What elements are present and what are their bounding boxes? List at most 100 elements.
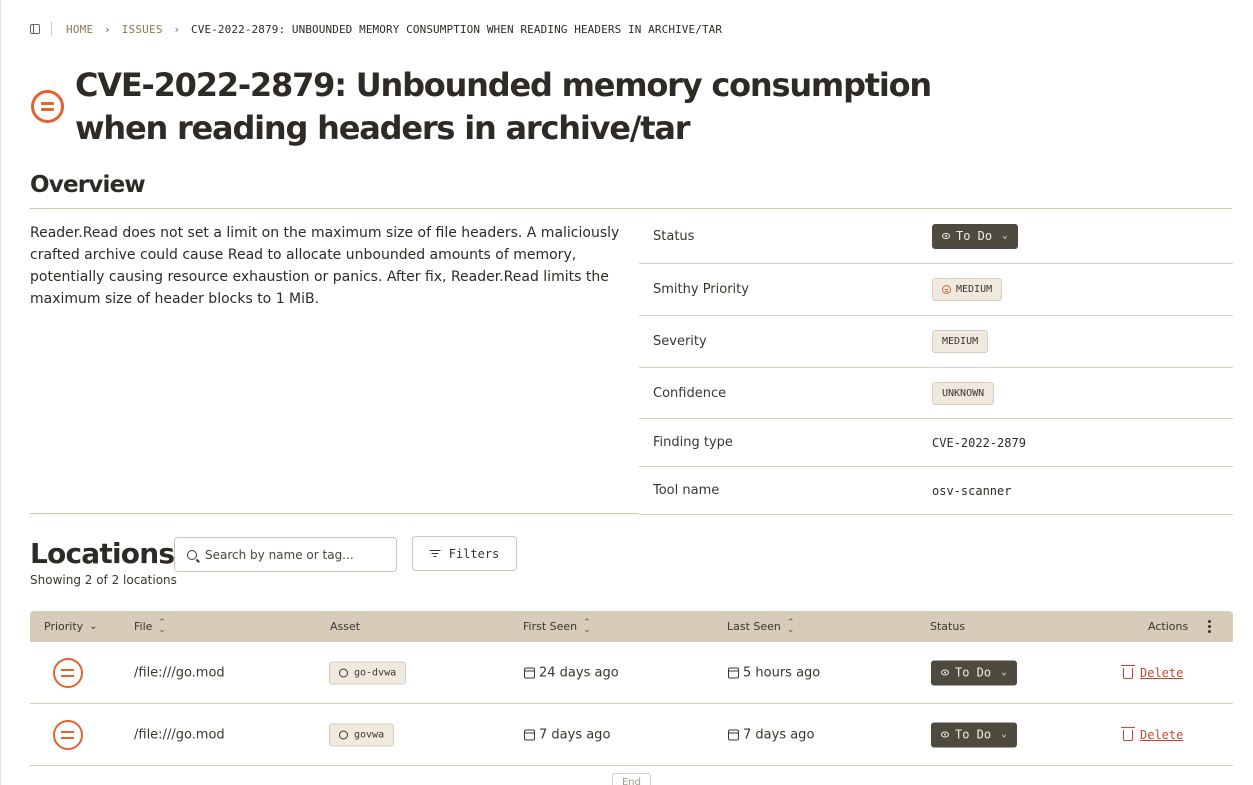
column-label: File <box>134 620 153 633</box>
detail-row-severity: Severity MEDIUM <box>639 316 1233 368</box>
detail-label: Finding type <box>653 435 733 450</box>
column-label: Priority <box>44 620 84 633</box>
page-title: CVE-2022-2879: Unbounded memory consumpt… <box>75 66 932 147</box>
status-value: To Do <box>955 727 992 742</box>
column-label: First Seen <box>523 620 578 633</box>
asset-name: govwa <box>354 729 385 740</box>
confidence-badge: UNKNOWN <box>932 381 995 405</box>
breadcrumb-divider <box>51 22 52 36</box>
github-icon <box>339 730 348 739</box>
detail-row-finding-type: Finding type CVE-2022-2879 <box>639 419 1233 467</box>
detail-row-smithy-priority: Smithy Priority MEDIUM <box>639 264 1233 316</box>
priority-medium-icon <box>53 719 83 750</box>
last-seen-text: 7 days ago <box>743 727 815 742</box>
column-last-seen[interactable]: Last Seen ⌃ ⌄ <box>727 617 795 635</box>
column-status: Status <box>930 620 965 633</box>
sidebar-toggle-icon[interactable] <box>30 24 40 34</box>
filters-label: Filters <box>448 546 500 561</box>
filters-button[interactable]: Filters <box>412 536 517 571</box>
detail-label: Status <box>653 228 695 244</box>
detail-label: Confidence <box>653 385 727 401</box>
table-header: Priority ⌄ File ⌃ ⌄ Asset First Seen ⌃ ⌄ L… <box>30 611 1233 642</box>
filter-icon <box>429 549 441 558</box>
detail-row-confidence: Confidence UNKNOWN <box>639 368 1233 419</box>
column-label: Last Seen <box>727 620 781 633</box>
detail-row-status: Status To Do ⌄ <box>639 209 1233 264</box>
chevron-right-icon: › <box>105 22 110 36</box>
sort-icon: ⌃ ⌄ <box>786 617 795 635</box>
detail-label: Smithy Priority <box>653 282 749 297</box>
first-seen: 7 days ago <box>524 727 610 742</box>
column-file[interactable]: File ⌃ ⌄ <box>134 617 166 635</box>
column-asset: Asset <box>330 620 360 633</box>
calendar-icon <box>728 729 739 740</box>
chevron-down-icon: ⌄ <box>1001 667 1007 678</box>
tool-name-value: osv-scanner <box>932 483 1012 498</box>
asset-tag[interactable]: go-dvwa <box>329 661 407 684</box>
delete-button[interactable]: Delete <box>1121 727 1184 742</box>
chevron-down-icon: ⌄ <box>1002 231 1008 241</box>
breadcrumb-current: CVE-2022-2879: UNBOUNDED MEMORY CONSUMPT… <box>191 22 723 36</box>
last-seen: 5 hours ago <box>728 665 820 680</box>
last-seen: 7 days ago <box>728 727 814 742</box>
priority-badge: MEDIUM <box>932 278 1003 301</box>
delete-label: Delete <box>1140 665 1184 680</box>
asset-tag[interactable]: govwa <box>329 723 395 746</box>
severity-badge: MEDIUM <box>932 330 989 353</box>
calendar-icon <box>728 667 739 678</box>
file-path: /file:///go.mod <box>134 727 225 742</box>
chevron-down-icon: ⌄ <box>1001 729 1007 740</box>
eye-icon <box>942 233 950 239</box>
breadcrumb-issues[interactable]: ISSUES <box>122 23 163 36</box>
overview-heading: Overview <box>30 172 146 198</box>
chevron-right-icon: › <box>174 22 180 36</box>
file-path: /file:///go.mod <box>134 665 225 680</box>
issue-description: Reader.Read does not set a limit on the … <box>30 225 620 307</box>
chevron-down-icon: ⌄ <box>89 621 98 632</box>
more-vertical-icon <box>1208 620 1211 633</box>
sort-icon: ⌃ ⌄ <box>583 617 591 635</box>
calendar-icon <box>524 729 535 740</box>
details-panel: Status To Do ⌄ Smithy Priority MEDIUM Se… <box>639 209 1233 515</box>
eye-icon <box>941 731 949 738</box>
finding-type-value: CVE-2022-2879 <box>932 435 1026 450</box>
breadcrumb: HOME › ISSUES › CVE-2022-2879: UNBOUNDED… <box>30 20 722 38</box>
priority-medium-icon <box>31 90 64 123</box>
breadcrumb-home[interactable]: HOME <box>66 23 93 36</box>
first-seen-text: 24 days ago <box>539 665 619 680</box>
detail-row-tool-name: Tool name osv-scanner <box>639 467 1233 515</box>
column-label: Status <box>930 620 966 633</box>
asset-name: go-dvwa <box>354 667 397 678</box>
trash-icon <box>1121 665 1135 679</box>
search-icon <box>187 549 197 560</box>
status-dropdown[interactable]: To Do ⌄ <box>932 223 1018 249</box>
divider <box>30 513 639 514</box>
priority-value: MEDIUM <box>956 284 993 295</box>
column-priority[interactable]: Priority ⌄ <box>44 620 98 633</box>
first-seen-text: 7 days ago <box>539 727 611 742</box>
column-label: Asset <box>330 620 361 633</box>
search-input[interactable] <box>205 547 385 562</box>
priority-medium-icon <box>942 285 951 294</box>
locations-heading: Locations <box>30 537 175 570</box>
priority-medium-icon <box>53 657 83 688</box>
end-of-list-marker: End <box>612 773 651 785</box>
eye-icon <box>941 669 949 676</box>
column-first-seen[interactable]: First Seen ⌃ ⌄ <box>523 617 591 635</box>
status-value: To Do <box>956 229 993 243</box>
locations-count: Showing 2 of 2 locations <box>30 573 177 587</box>
trash-icon <box>1121 727 1135 741</box>
status-dropdown[interactable]: To Do ⌄ <box>931 660 1017 685</box>
status-value: To Do <box>955 665 992 680</box>
table-row: /file:///go.mod govwa 7 days ago 7 days … <box>30 704 1233 766</box>
search-box[interactable] <box>174 537 397 572</box>
column-actions: Actions <box>1148 620 1188 633</box>
calendar-icon <box>524 667 535 678</box>
last-seen-text: 5 hours ago <box>743 665 821 680</box>
delete-button[interactable]: Delete <box>1121 665 1184 680</box>
sort-icon: ⌃ ⌄ <box>158 617 166 635</box>
column-menu[interactable] <box>1208 620 1211 633</box>
delete-label: Delete <box>1140 727 1184 742</box>
status-dropdown[interactable]: To Do ⌄ <box>931 722 1017 747</box>
detail-label: Tool name <box>653 483 720 498</box>
